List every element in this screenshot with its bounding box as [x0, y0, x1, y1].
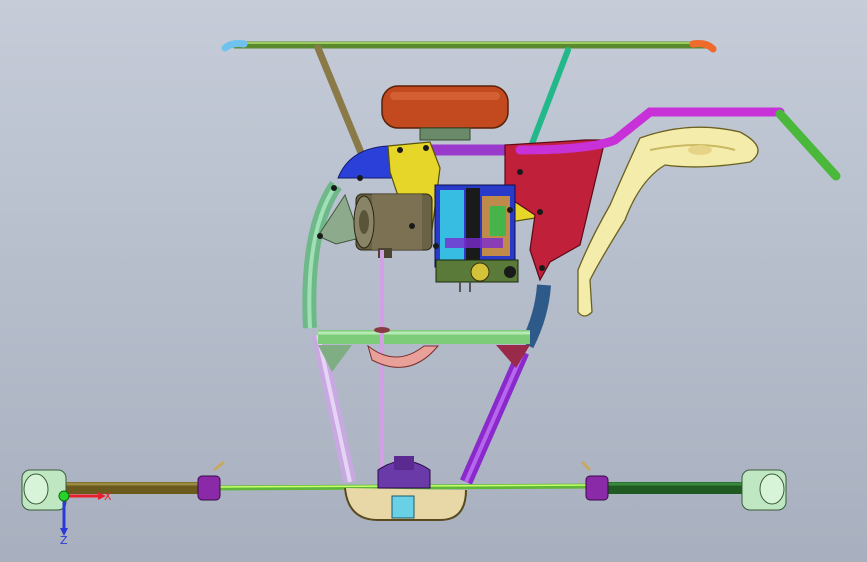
z-axis-label: Z: [60, 534, 68, 547]
x-axis-label: X: [104, 490, 112, 503]
cad-viewport[interactable]: X Z: [0, 0, 867, 562]
y-axis-dot: [58, 490, 70, 502]
coordinate-triad: X Z: [58, 490, 112, 547]
